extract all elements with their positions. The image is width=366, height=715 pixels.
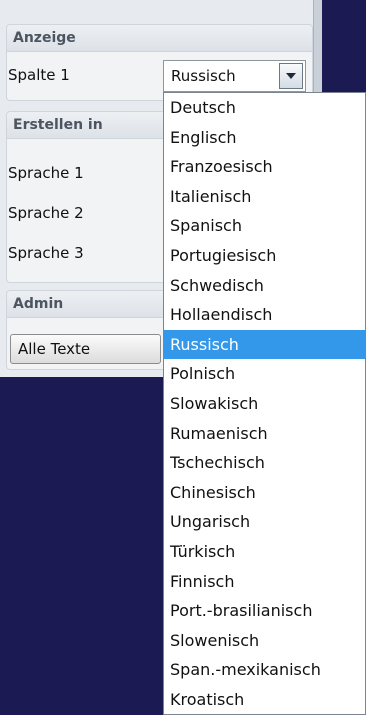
- chevron-down-icon: [286, 73, 296, 79]
- alle-texte-button[interactable]: Alle Texte: [10, 334, 161, 364]
- dropdown-option[interactable]: Ungarisch: [164, 507, 365, 537]
- group-anzeige-title: Anzeige: [7, 25, 312, 52]
- dropdown-option[interactable]: Franzoesisch: [164, 152, 365, 182]
- dropdown-option[interactable]: Türkisch: [164, 537, 365, 567]
- dropdown-option[interactable]: Tschechisch: [164, 448, 365, 478]
- sprache-3-label: Sprache 3: [8, 244, 84, 262]
- dropdown-option[interactable]: Spanisch: [164, 211, 365, 241]
- dropdown-option[interactable]: Rumaenisch: [164, 419, 365, 449]
- dropdown-option[interactable]: Span.-mexikanisch: [164, 655, 365, 685]
- language-dropdown-list: Deutsch Englisch Franzoesisch Italienisch Sp…: [163, 92, 366, 715]
- dropdown-option[interactable]: Portugiesisch: [164, 241, 365, 271]
- dropdown-option[interactable]: Englisch: [164, 123, 365, 153]
- dropdown-option[interactable]: Schwedisch: [164, 271, 365, 301]
- dropdown-option[interactable]: Chinesisch: [164, 478, 365, 508]
- spalte-1-value: Russisch: [171, 67, 236, 85]
- dropdown-option[interactable]: Russisch: [164, 329, 365, 360]
- spalte-1-label: Spalte 1: [8, 66, 70, 84]
- dropdown-option[interactable]: Hollaendisch: [164, 300, 365, 330]
- spalte-1-select[interactable]: Russisch: [163, 60, 306, 92]
- dropdown-option[interactable]: Port.-brasilianisch: [164, 596, 365, 626]
- sprache-1-label: Sprache 1: [8, 164, 84, 182]
- dropdown-option[interactable]: Slowakisch: [164, 389, 365, 419]
- dropdown-option[interactable]: Deutsch: [164, 93, 365, 123]
- dropdown-option[interactable]: Polnisch: [164, 359, 365, 389]
- dropdown-option[interactable]: Italienisch: [164, 182, 365, 212]
- dropdown-option[interactable]: Slowenisch: [164, 626, 365, 656]
- dropdown-option[interactable]: Finnisch: [164, 567, 365, 597]
- sprache-2-label: Sprache 2: [8, 204, 84, 222]
- dropdown-option[interactable]: Kroatisch: [164, 685, 365, 715]
- dropdown-toggle-button[interactable]: [279, 63, 303, 89]
